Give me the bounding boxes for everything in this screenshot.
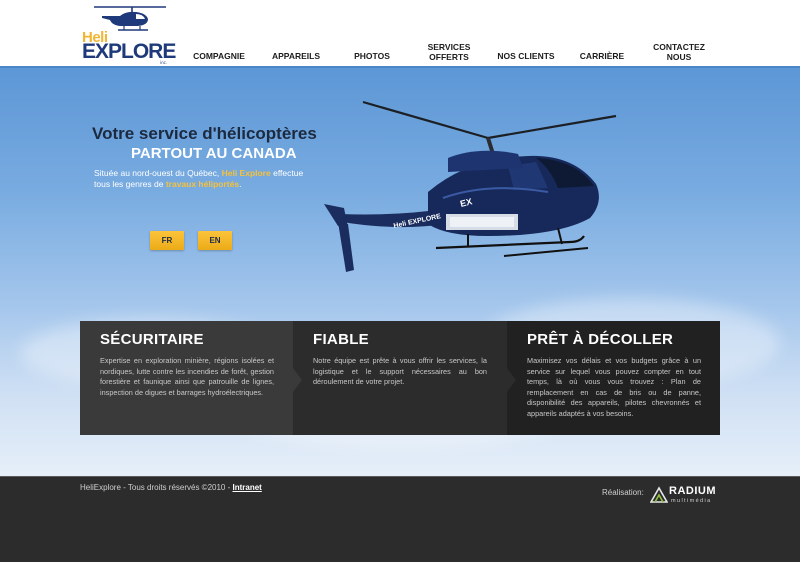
copyright-text: HeliExplore - Tous droits réservés ©2010… — [80, 483, 262, 492]
nav-item-appareils[interactable]: APPAREILS — [272, 51, 320, 61]
realisation-label: Réalisation: — [602, 488, 644, 497]
hero-subtitle: PARTOUT AU CANADA — [131, 145, 297, 162]
nav-item-photos[interactable]: PHOTOS — [354, 51, 390, 61]
feature-text: Maximisez vos délais et vos budgets grâc… — [527, 356, 701, 418]
feature-pret-a-decoller: PRÊT À DÉCOLLER Maximisez vos délais et … — [507, 321, 720, 435]
features-panel: SÉCURITAIRE Expertise en exploration min… — [80, 321, 720, 435]
feature-title: FIABLE — [313, 331, 369, 348]
lang-fr-button[interactable]: FR — [150, 231, 184, 250]
nav-item-carriere[interactable]: CARRIÈRE — [580, 51, 624, 61]
logo-inc-text: inc. — [160, 60, 168, 65]
main-nav: COMPAGNIE APPAREILS PHOTOS SERVICES OFFE… — [180, 36, 720, 66]
feature-text: Expertise en exploration minière, région… — [100, 356, 274, 397]
radium-word: RADIUM — [669, 485, 716, 497]
feature-securitaire: SÉCURITAIRE Expertise en exploration min… — [80, 321, 293, 435]
hero-title: Votre service d'hélicoptères — [92, 124, 317, 143]
hero-desc-highlight: Heli Explore — [221, 168, 271, 178]
nav-item-services-offerts[interactable]: SERVICES OFFERTS — [428, 42, 471, 62]
radium-logo[interactable]: RADIUM multimédia — [650, 484, 722, 506]
nav-item-nos-clients[interactable]: NOS CLIENTS — [497, 51, 554, 61]
feature-fiable: FIABLE Notre équipe est prête à vous off… — [293, 321, 507, 435]
hero-desc-text: Située au nord-ouest du Québec, — [94, 168, 222, 178]
feature-title: SÉCURITAIRE — [100, 331, 204, 348]
heli-explore-logo[interactable]: Heli EXPLORE inc. — [80, 3, 176, 65]
site-header: Heli EXPLORE inc. COMPAGNIE APPAREILS PH… — [0, 0, 800, 68]
travaux-heliportes-link[interactable]: travaux héliportés — [166, 179, 239, 189]
site-footer: HeliExplore - Tous droits réservés ©2010… — [0, 476, 800, 562]
hero-description: Située au nord-ouest du Québec, Heli Exp… — [94, 168, 306, 190]
helicopter-photo: EX Heli EXPLORE — [324, 100, 617, 272]
radium-icon — [650, 486, 668, 503]
feature-title: PRÊT À DÉCOLLER — [527, 331, 674, 348]
intranet-link[interactable]: Intranet — [232, 483, 261, 492]
nav-item-contactez-nous[interactable]: CONTACTEZ NOUS — [653, 42, 705, 62]
hero-desc-text: . — [239, 179, 242, 189]
lang-en-button[interactable]: EN — [198, 231, 232, 250]
feature-text: Notre équipe est prête à vous offrir les… — [313, 356, 487, 386]
radium-subtitle: multimédia — [671, 498, 712, 504]
copyright-label: HeliExplore - Tous droits réservés ©2010… — [80, 483, 233, 492]
nav-item-compagnie[interactable]: COMPAGNIE — [193, 51, 245, 61]
